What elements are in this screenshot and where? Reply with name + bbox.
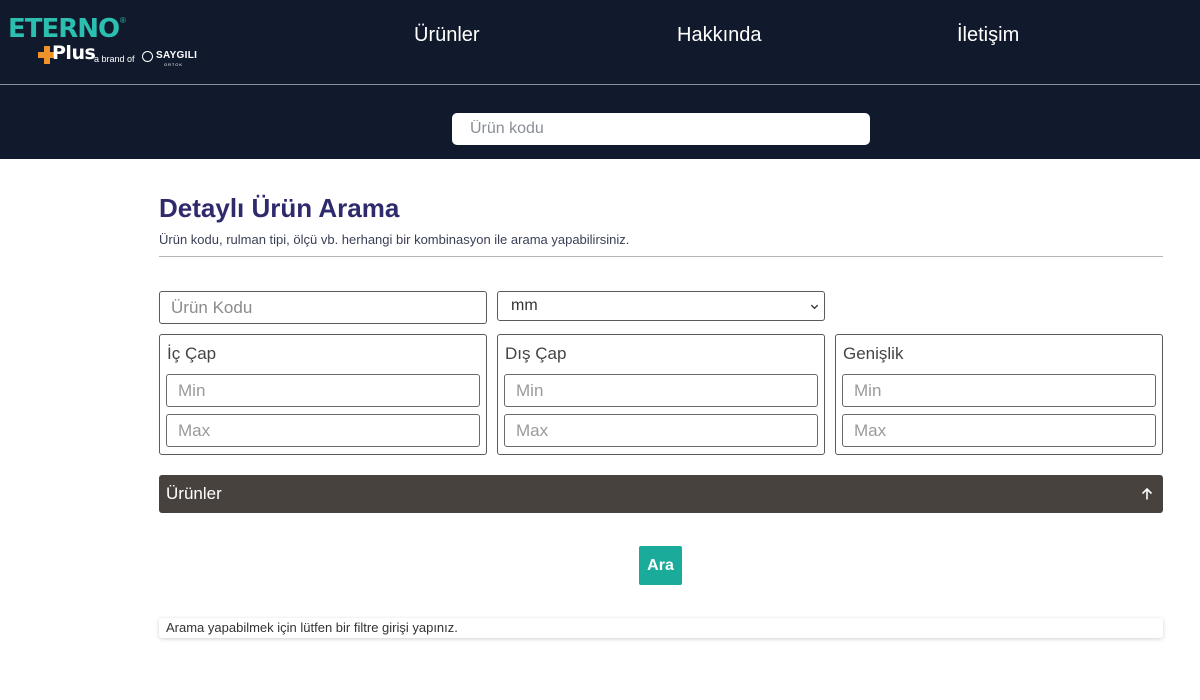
products-accordion-label: Ürünler: [166, 484, 222, 503]
arrow-up-icon: [1141, 487, 1153, 500]
logo-plus-text: Plus: [52, 42, 96, 64]
page-subtitle: Ürün kodu, rulman tipi, ölçü vb. herhang…: [159, 232, 630, 247]
site-header: ETERNO ® Plus a brand of SAYGILI ORTOK Ü…: [0, 0, 1200, 159]
product-code-search-input[interactable]: [452, 113, 870, 145]
products-accordion-toggle[interactable]: Ürünler: [159, 475, 1163, 513]
width-max-input[interactable]: [842, 414, 1156, 447]
header-divider: [0, 84, 1200, 85]
width-filter: Genişlik: [835, 334, 1163, 455]
nav-link-products[interactable]: Ürünler: [414, 24, 480, 47]
outer-diameter-filter: Dış Çap: [497, 334, 825, 455]
nav-link-about[interactable]: Hakkında: [677, 24, 762, 47]
unit-select[interactable]: mm: [497, 291, 825, 321]
chevron-down-icon: [810, 304, 819, 310]
unit-select-value: mm: [511, 297, 538, 314]
parent-brand-name: SAYGILI: [156, 50, 198, 61]
parent-brand-sub: ORTOK: [164, 62, 184, 67]
logo-registered-mark: ®: [120, 16, 126, 25]
inner-diameter-min-input[interactable]: [166, 374, 480, 407]
brand-logo[interactable]: ETERNO ® Plus a brand of SAYGILI ORTOK: [8, 12, 208, 72]
inner-diameter-max-input[interactable]: [166, 414, 480, 447]
nav-link-contact[interactable]: İletişim: [957, 24, 1019, 47]
outer-diameter-max-input[interactable]: [504, 414, 818, 447]
inner-diameter-filter: İç Çap: [159, 334, 487, 455]
product-code-input[interactable]: [159, 291, 487, 324]
logo-wordmark: ETERNO: [8, 14, 120, 44]
search-button[interactable]: Ara: [639, 546, 682, 585]
inner-diameter-label: İç Çap: [167, 344, 217, 363]
page-title: Detaylı Ürün Arama: [159, 193, 400, 223]
outer-diameter-label: Dış Çap: [505, 344, 567, 363]
outer-diameter-min-input[interactable]: [504, 374, 818, 407]
width-label: Genişlik: [843, 344, 904, 363]
width-min-input[interactable]: [842, 374, 1156, 407]
parent-brand-icon: [142, 51, 153, 62]
title-divider: [159, 256, 1163, 257]
logo-brand-of: a brand of: [94, 54, 135, 64]
info-message: Arama yapabilmek için lütfen bir filtre …: [166, 620, 458, 635]
parent-brand-logo: SAYGILI ORTOK: [142, 50, 202, 68]
info-message-box: Arama yapabilmek için lütfen bir filtre …: [159, 618, 1163, 638]
